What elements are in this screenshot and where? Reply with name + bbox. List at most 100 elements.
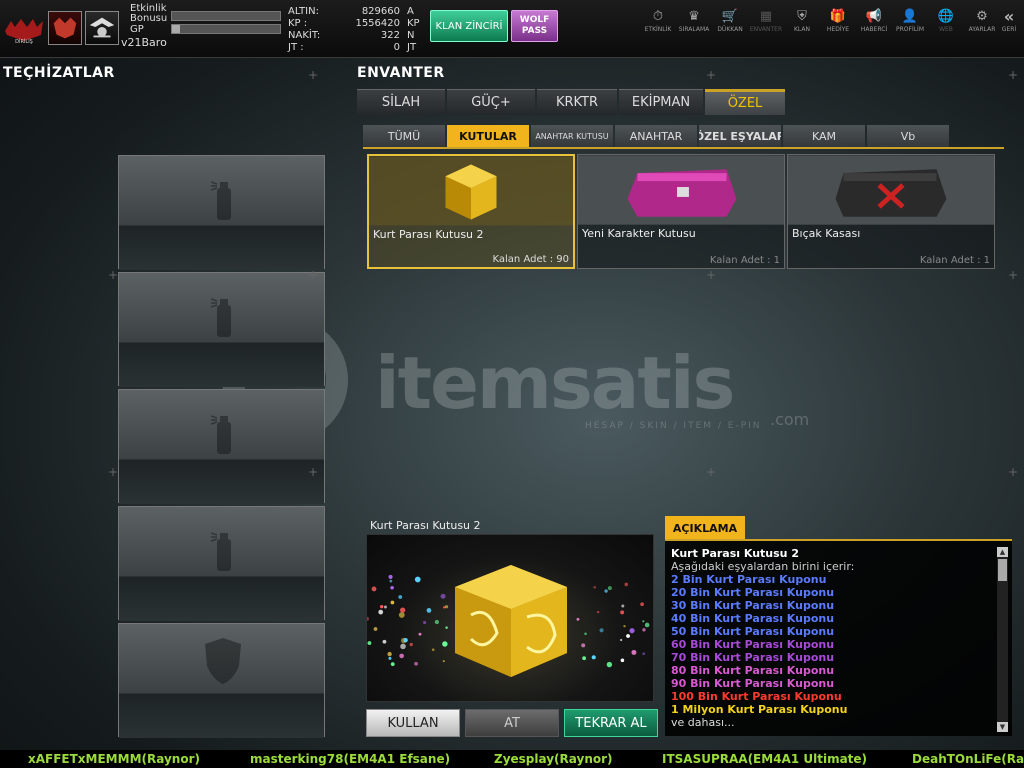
subtab-2[interactable]: ANAHTAR KUTUSU [531, 125, 613, 147]
watermark-tagline: HESAP / SKIN / ITEM / E-PIN [585, 421, 762, 431]
equipment-slot[interactable] [118, 155, 325, 270]
nav-ayarlar-label: AYARLAR [968, 26, 996, 33]
ayarlar-icon: ⚙ [976, 9, 988, 24]
rebuy-button[interactable]: TEKRAR AL [564, 709, 658, 737]
wolf-pass-label: WOLF PASS [519, 15, 550, 36]
back-button[interactable]: « GERİ [996, 8, 1022, 34]
currency-unit: N [407, 30, 415, 41]
altin-value: 829660 [361, 6, 400, 17]
nav-siralama-button[interactable]: ♛ SIRALAMA [676, 8, 712, 34]
subtab-1[interactable]: KUTULAR [447, 125, 529, 147]
plus-mark-icon: + [308, 68, 319, 82]
rank-emblem-icon[interactable] [85, 11, 119, 45]
description-scrollbar[interactable]: ▲ ▼ [997, 547, 1008, 732]
gp-label: GP [130, 24, 144, 35]
clan-chain-button[interactable]: KLAN ZİNCİRİ [430, 10, 508, 42]
description-subtitle: Aşağıdaki eşyalardan birini içerir: [671, 560, 855, 573]
gp-bar [171, 24, 281, 34]
description-line: 2 Bin Kurt Parası Kuponu [671, 573, 827, 586]
wolf-pass-button[interactable]: WOLF PASS [511, 10, 558, 42]
spray-can-icon [211, 298, 231, 337]
subtab-5[interactable]: KAM [783, 125, 865, 147]
chat-ticker: xAFFETxMEMMM(Raynor) masterking78(EM4A1 E… [0, 750, 1024, 768]
currency-labels: ALTIN: KP : NAKİT: JT : [288, 6, 320, 54]
currency-label: JT : [288, 42, 304, 53]
description-line: 1 Milyon Kurt Parası Kuponu [671, 703, 848, 716]
item-name: Bıçak Kasası [792, 227, 861, 240]
inventory-item-card[interactable]: Yeni Karakter Kutusu Kalan Adet : 1 [577, 154, 785, 269]
description-panel: Kurt Parası Kutusu 2 Aşağıdaki eşyalarda… [665, 541, 1012, 736]
inventory-item-card[interactable]: Kurt Parası Kutusu 2 Kalan Adet : 90 [367, 154, 575, 269]
slot-footer [119, 460, 324, 504]
nav-envanter-button[interactable]: ▦ ENVANTER [748, 8, 784, 34]
plus-mark-icon: + [308, 268, 319, 282]
item-count: Kalan Adet : 1 [709, 255, 780, 266]
item-count: Kalan Adet : 1 [919, 255, 990, 266]
nav-klan-button[interactable]: ⛨ KLAN [784, 8, 820, 34]
nav-profilim-label: PROFİLİM [895, 26, 925, 33]
event-bonus-label: Etkinlik Bonusu [130, 3, 168, 24]
currency-unit: JT [407, 42, 417, 53]
inventory-subtabs: TÜMÜ KUTULAR ANAHTAR KUTUSU ANAHTAR ÖZEL EŞY… [363, 125, 951, 147]
slot-footer [119, 343, 324, 387]
description-line: 60 Bin Kurt Parası Kuponu [671, 638, 835, 651]
use-button[interactable]: KULLAN [366, 709, 460, 737]
equipment-slot[interactable] [118, 506, 325, 621]
nav-web-button[interactable]: 🌐 WEB [928, 8, 964, 34]
scroll-up-arrow-icon[interactable]: ▲ [997, 547, 1008, 557]
inventory-tabs: SİLAH GÜÇ+ KRKTR EKİPMAN ÖZEL [357, 89, 787, 115]
drop-button[interactable]: AT [465, 709, 559, 737]
equipment-slot[interactable] [118, 272, 325, 387]
currency-label: KP : [288, 18, 308, 29]
username: v21Baro [121, 36, 167, 49]
subtab-0[interactable]: TÜMÜ [363, 125, 445, 147]
currency-units: A KP N JT [407, 6, 420, 54]
nav-hediye-label: HEDİYE [826, 26, 850, 33]
subtab-underline [363, 147, 1004, 149]
tab-si̇lah[interactable]: SİLAH [357, 89, 445, 115]
rebuy-label: TEKRAR AL [575, 715, 647, 731]
kp-value: 1556420 [355, 18, 400, 29]
knife-case-icon [788, 155, 994, 225]
haberci-icon: 📢 [865, 9, 883, 24]
tab-güç+[interactable]: GÜÇ+ [447, 89, 535, 115]
nav-klan-label: KLAN [793, 26, 810, 33]
tab-özel[interactable]: ÖZEL [705, 89, 785, 115]
nav-hediye-button[interactable]: 🎁 HEDİYE [820, 8, 856, 34]
klan-icon: ⛨ [797, 9, 807, 24]
chat-player-entry: DeahTOnLiFe(Ra [912, 752, 1024, 766]
top-bar: DİRİLİŞ Etkinlik Bonusu GP v21Baro ALTIN… [0, 0, 1024, 58]
nav-dukkan-button[interactable]: 🛒 DÜKKAN [712, 8, 748, 34]
scrollbar-thumb[interactable] [998, 559, 1007, 581]
equipment-slot[interactable] [118, 623, 325, 738]
use-label: KULLAN [387, 715, 439, 731]
nav-etkinlik-button[interactable]: ⏱ ETKİNLİK [640, 8, 676, 34]
subtab-6[interactable]: Vb [867, 125, 949, 147]
envanter-icon: ▦ [759, 9, 773, 24]
nav-haberci-button[interactable]: 📢 HABERCİ [856, 8, 892, 34]
scroll-down-arrow-icon[interactable]: ▼ [997, 722, 1008, 732]
chat-player-entry: Zyesplay(Raynor) [494, 752, 613, 766]
plus-mark-icon: + [706, 465, 717, 479]
clan-emblem-icon[interactable] [48, 11, 82, 45]
item-count: Kalan Adet : 90 [492, 254, 569, 265]
tab-eki̇pman[interactable]: EKİPMAN [619, 89, 703, 115]
description-line: 70 Bin Kurt Parası Kuponu [671, 651, 835, 664]
subtab-4[interactable]: ÖZEL EŞYALAR [699, 125, 781, 147]
inventory-item-card[interactable]: Bıçak Kasası Kalan Adet : 1 [787, 154, 995, 269]
subtab-3[interactable]: ANAHTAR [615, 125, 697, 147]
description-tab[interactable]: AÇIKLAMA [665, 516, 745, 540]
currency-values: 829660 1556420 322 0 [340, 6, 400, 54]
tab-krktr[interactable]: KRKTR [537, 89, 617, 115]
description-line: 100 Bin Kurt Parası Kuponu [671, 690, 842, 703]
inventory-title: ENVANTER [357, 65, 445, 81]
profilim-icon: 👤 [901, 9, 919, 24]
nav-profilim-button[interactable]: 👤 PROFİLİM [892, 8, 928, 34]
preview-title: Kurt Parası Kutusu 2 [370, 519, 481, 532]
equipment-slot[interactable] [118, 389, 325, 504]
nav-web-label: WEB [939, 26, 953, 33]
nav-envanter-label: ENVANTER [749, 26, 783, 33]
spray-can-icon [211, 415, 231, 454]
description-line: 90 Bin Kurt Parası Kuponu [671, 677, 835, 690]
nav-ayarlar-button[interactable]: ⚙ AYARLAR [964, 8, 1000, 34]
